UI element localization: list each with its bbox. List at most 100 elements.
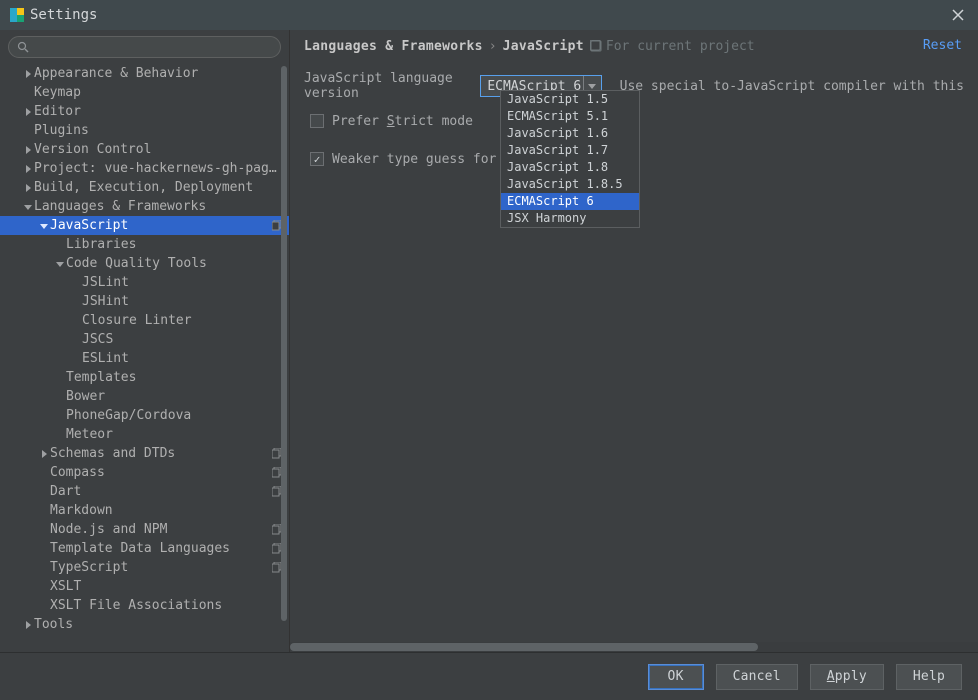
tree-item-label: Project: vue-hackernews-gh-pag...	[34, 159, 283, 178]
tree-item[interactable]: ESLint	[0, 349, 289, 368]
dropdown-option[interactable]: JavaScript 1.6	[501, 125, 639, 142]
tree-item[interactable]: Keymap	[0, 83, 289, 102]
tree-item-label: Bower	[66, 387, 283, 406]
dropdown-option[interactable]: ECMAScript 5.1	[501, 108, 639, 125]
project-scope-icon	[590, 40, 602, 52]
tree-item-label: Templates	[66, 368, 283, 387]
tree-item[interactable]: Template Data Languages	[0, 539, 289, 558]
close-button[interactable]	[944, 0, 972, 30]
dropdown-option[interactable]: JSX Harmony	[501, 210, 639, 227]
tree-item[interactable]: Schemas and DTDs	[0, 444, 289, 463]
chevron-down-icon	[54, 260, 66, 268]
reset-link[interactable]: Reset	[923, 38, 962, 53]
sidebar-scrollbar[interactable]	[281, 66, 287, 650]
tree-item[interactable]: Dart	[0, 482, 289, 501]
dropdown-option[interactable]: JavaScript 1.7	[501, 142, 639, 159]
tree-item-label: Editor	[34, 102, 283, 121]
search-field[interactable]	[8, 36, 281, 58]
chevron-right-icon	[22, 621, 34, 629]
tree-item[interactable]: Templates	[0, 368, 289, 387]
chevron-right-icon	[22, 165, 34, 173]
tree-item[interactable]: Meteor	[0, 425, 289, 444]
compiler-hint: Use special to-JavaScript compiler with …	[620, 79, 964, 94]
tree-item[interactable]: Languages & Frameworks	[0, 197, 289, 216]
breadcrumb: Languages & Frameworks › JavaScript For …	[290, 30, 978, 62]
tree-item[interactable]: Closure Linter	[0, 311, 289, 330]
tree-item-label: ESLint	[82, 349, 283, 368]
dropdown-option[interactable]: JavaScript 1.8.5	[501, 176, 639, 193]
dialog-button-bar: OK Cancel Apply Help	[0, 652, 978, 700]
tree-item-label: JSCS	[82, 330, 283, 349]
tree-item-label: XSLT File Associations	[50, 596, 283, 615]
tree-item-label: Closure Linter	[82, 311, 283, 330]
tree-item[interactable]: Editor	[0, 102, 289, 121]
tree-item-label: Dart	[50, 482, 268, 501]
settings-tree[interactable]: Appearance & BehaviorKeymapEditorPlugins…	[0, 64, 289, 652]
tree-item-label: JSHint	[82, 292, 283, 311]
tree-item-label: Template Data Languages	[50, 539, 268, 558]
tree-item-label: Version Control	[34, 140, 283, 159]
chevron-right-icon	[38, 450, 50, 458]
apply-button[interactable]: Apply	[810, 664, 884, 690]
settings-detail-panel: Languages & Frameworks › JavaScript For …	[290, 30, 978, 652]
dropdown-option[interactable]: JavaScript 1.8	[501, 159, 639, 176]
tree-item[interactable]: PhoneGap/Cordova	[0, 406, 289, 425]
tree-item-label: Compass	[50, 463, 268, 482]
tree-item[interactable]: Code Quality Tools	[0, 254, 289, 273]
tree-item[interactable]: Markdown	[0, 501, 289, 520]
language-version-label: JavaScript language version	[304, 71, 480, 101]
dropdown-option[interactable]: JavaScript 1.5	[501, 91, 639, 108]
tree-item-label: TypeScript	[50, 558, 268, 577]
search-icon	[17, 41, 29, 53]
tree-item-label: Libraries	[66, 235, 283, 254]
app-logo-icon	[10, 8, 24, 22]
prefer-strict-checkbox[interactable]	[310, 114, 324, 128]
tree-item[interactable]: TypeScript	[0, 558, 289, 577]
breadcrumb-leaf: JavaScript	[503, 39, 584, 54]
tree-item-label: JavaScript	[50, 216, 268, 235]
tree-item-label: Keymap	[34, 83, 283, 102]
tree-item-label: Appearance & Behavior	[34, 64, 283, 83]
chevron-down-icon	[22, 203, 34, 211]
tree-item[interactable]: Bower	[0, 387, 289, 406]
tree-item[interactable]: Tools	[0, 615, 289, 634]
scrollbar-thumb[interactable]	[281, 66, 287, 621]
search-input[interactable]	[33, 40, 272, 54]
cancel-button[interactable]: Cancel	[716, 664, 798, 690]
tree-item[interactable]: XSLT	[0, 577, 289, 596]
tree-item[interactable]: Node.js and NPM	[0, 520, 289, 539]
tree-item-label: PhoneGap/Cordova	[66, 406, 283, 425]
tree-item[interactable]: Appearance & Behavior	[0, 64, 289, 83]
close-icon	[952, 9, 964, 21]
tree-item[interactable]: Libraries	[0, 235, 289, 254]
tree-item-label: JSLint	[82, 273, 283, 292]
breadcrumb-group: Languages & Frameworks	[304, 39, 483, 54]
chevron-down-icon	[38, 222, 50, 230]
tree-item[interactable]: JavaScript	[0, 216, 289, 235]
tree-item-label: Node.js and NPM	[50, 520, 268, 539]
weaker-type-checkbox[interactable]	[310, 152, 324, 166]
tree-item[interactable]: JSCS	[0, 330, 289, 349]
tree-item[interactable]: Project: vue-hackernews-gh-pag...	[0, 159, 289, 178]
search-row	[0, 30, 289, 62]
tree-item-label: Build, Execution, Deployment	[34, 178, 283, 197]
dropdown-option[interactable]: ECMAScript 6	[501, 193, 639, 210]
tree-item[interactable]: XSLT File Associations	[0, 596, 289, 615]
main-hscrollbar[interactable]	[290, 642, 978, 652]
title-bar: Settings	[0, 0, 978, 30]
tree-item[interactable]: JSLint	[0, 273, 289, 292]
tree-item[interactable]: JSHint	[0, 292, 289, 311]
tree-item[interactable]: Build, Execution, Deployment	[0, 178, 289, 197]
language-version-options[interactable]: JavaScript 1.5ECMAScript 5.1JavaScript 1…	[500, 90, 640, 228]
tree-item[interactable]: Compass	[0, 463, 289, 482]
tree-item[interactable]: Version Control	[0, 140, 289, 159]
tree-item-label: Languages & Frameworks	[34, 197, 283, 216]
hscrollbar-thumb[interactable]	[290, 643, 758, 651]
tree-item[interactable]: Plugins	[0, 121, 289, 140]
chevron-right-icon	[22, 146, 34, 154]
tree-item-label: XSLT	[50, 577, 283, 596]
ok-button[interactable]: OK	[648, 664, 704, 690]
weaker-type-label: Weaker type guess for com	[332, 152, 528, 167]
help-button[interactable]: Help	[896, 664, 962, 690]
chevron-right-icon	[22, 108, 34, 116]
